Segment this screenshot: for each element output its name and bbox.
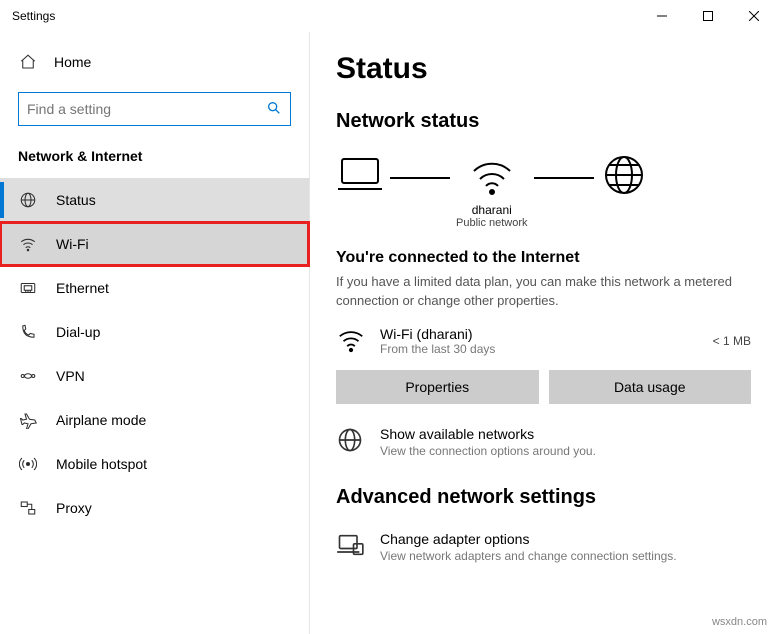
sidebar-item-dialup[interactable]: Dial-up: [0, 310, 309, 354]
maximize-button[interactable]: [685, 0, 731, 32]
wifi-icon: [336, 325, 366, 358]
diagram-network-type: Public network: [456, 217, 528, 229]
home-icon: [18, 52, 38, 72]
sidebar-item-vpn[interactable]: VPN: [0, 354, 309, 398]
diagram-globe: [600, 151, 648, 229]
globe-icon: [18, 190, 38, 210]
diagram-pc: [336, 151, 384, 229]
globe-icon: [336, 426, 364, 457]
sidebar-item-ethernet[interactable]: Ethernet: [0, 266, 309, 310]
sidebar-group-title: Network & Internet: [0, 144, 309, 178]
vpn-icon: [18, 366, 38, 386]
sidebar-item-label: Wi-Fi: [56, 236, 89, 252]
ethernet-icon: [18, 278, 38, 298]
section-title: Network status: [336, 110, 751, 133]
adapter-icon: [336, 531, 364, 562]
search-icon: [266, 100, 282, 119]
connection-item: Wi-Fi (dharani) From the last 30 days < …: [336, 325, 751, 358]
connected-heading: You're connected to the Internet: [336, 249, 751, 267]
search-input[interactable]: [27, 99, 266, 119]
close-button[interactable]: [731, 0, 777, 32]
content-pane: Status Network status dharani Public net…: [310, 32, 777, 634]
sidebar-item-label: Mobile hotspot: [56, 456, 147, 472]
adapter-options-row[interactable]: Change adapter options View network adap…: [336, 531, 751, 563]
show-networks-row[interactable]: Show available networks View the connect…: [336, 426, 751, 458]
sidebar-item-label: Airplane mode: [56, 412, 146, 428]
sidebar: Home Network & Internet Status Wi-Fi: [0, 32, 310, 634]
sidebar-item-label: Status: [56, 192, 96, 208]
airplane-icon: [18, 410, 38, 430]
sidebar-item-hotspot[interactable]: Mobile hotspot: [0, 442, 309, 486]
show-networks-desc: View the connection options around you.: [380, 444, 596, 458]
sidebar-item-airplane[interactable]: Airplane mode: [0, 398, 309, 442]
diagram-network-name: dharani: [472, 203, 512, 217]
adapter-desc: View network adapters and change connect…: [380, 549, 677, 563]
sidebar-item-label: VPN: [56, 368, 85, 384]
connection-usage: < 1 MB: [713, 334, 751, 348]
network-diagram: dharani Public network: [336, 151, 751, 229]
titlebar: Settings: [0, 0, 777, 32]
watermark: wsxdn.com: [712, 616, 767, 628]
diagram-wifi: dharani Public network: [456, 151, 528, 229]
window-title: Settings: [12, 9, 55, 23]
adapter-title: Change adapter options: [380, 531, 677, 547]
sidebar-item-label: Proxy: [56, 500, 92, 516]
search-box[interactable]: [18, 92, 291, 126]
sidebar-item-label: Dial-up: [56, 324, 100, 340]
sidebar-item-status[interactable]: Status: [0, 178, 309, 222]
properties-button[interactable]: Properties: [336, 370, 539, 404]
nav-home-label: Home: [54, 54, 91, 70]
sidebar-item-wifi[interactable]: Wi-Fi: [0, 222, 309, 266]
nav-home[interactable]: Home: [0, 42, 309, 82]
data-usage-button[interactable]: Data usage: [549, 370, 752, 404]
sidebar-item-label: Ethernet: [56, 280, 109, 296]
connection-name: Wi-Fi (dharani): [380, 326, 495, 342]
wifi-icon: [18, 234, 38, 254]
minimize-button[interactable]: [639, 0, 685, 32]
connection-sub: From the last 30 days: [380, 342, 495, 356]
proxy-icon: [18, 498, 38, 518]
phone-icon: [18, 322, 38, 342]
advanced-title: Advanced network settings: [336, 486, 751, 509]
show-networks-title: Show available networks: [380, 426, 596, 442]
sidebar-item-proxy[interactable]: Proxy: [0, 486, 309, 530]
connected-desc: If you have a limited data plan, you can…: [336, 273, 751, 311]
page-title: Status: [336, 52, 751, 86]
hotspot-icon: [18, 454, 38, 474]
